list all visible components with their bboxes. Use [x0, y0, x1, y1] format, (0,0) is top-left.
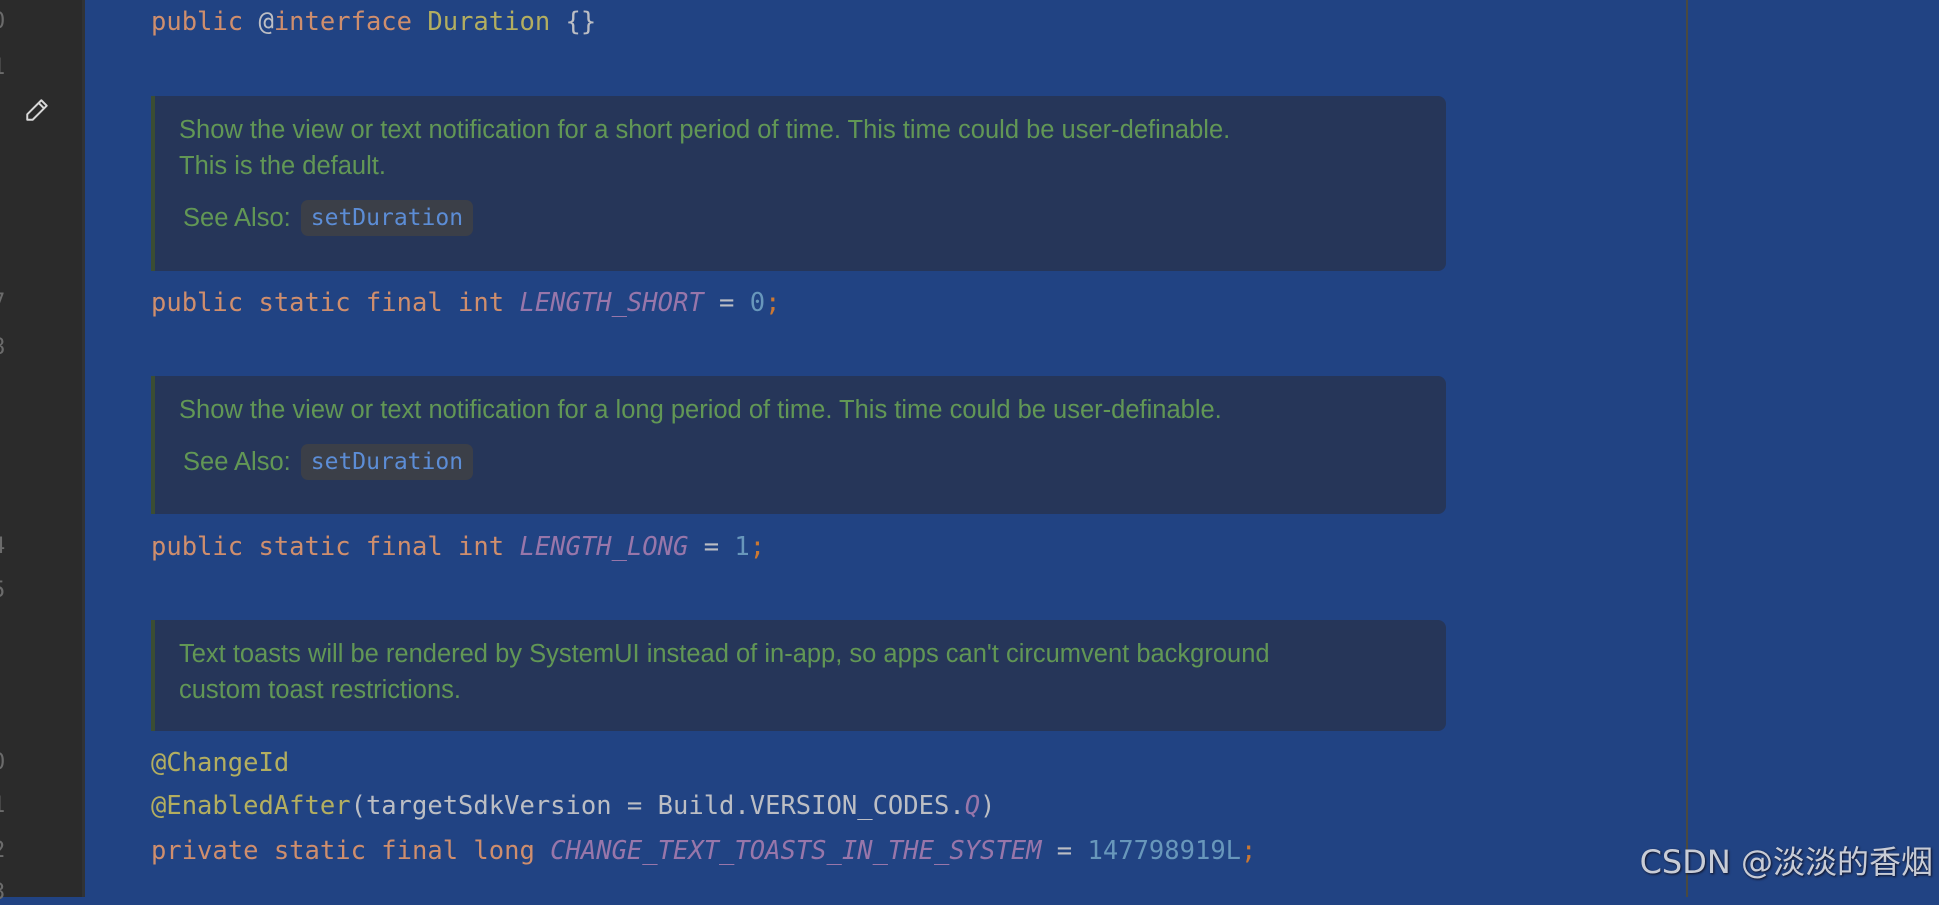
code-token: LENGTH_LONG — [519, 532, 689, 562]
line-number: 5 — [0, 578, 12, 603]
code-token: {} — [565, 7, 597, 37]
code-token: Duration — [427, 7, 566, 37]
code-line[interactable]: private static final long CHANGE_TEXT_TO… — [151, 836, 1256, 866]
doc-text: custom toast restrictions. — [179, 676, 462, 704]
see-also: See Also: setDuration — [179, 444, 1446, 480]
rendered-javadoc: Text toasts will be rendered by SystemUI… — [151, 620, 1446, 731]
code-token: = — [688, 532, 735, 562]
line-number: 7 — [0, 290, 12, 315]
code-token: ) — [980, 791, 996, 821]
code-line[interactable]: public static final int LENGTH_LONG = 1; — [151, 532, 765, 562]
code-line[interactable]: public static final int LENGTH_SHORT = 0… — [151, 288, 780, 318]
code-line[interactable]: @EnabledAfter(targetSdkVersion = Build.V… — [151, 791, 995, 821]
right-margin-guide — [1686, 0, 1688, 897]
code-token: ; — [765, 288, 781, 318]
line-number: 4 — [0, 534, 12, 559]
code-token: Q — [964, 791, 981, 821]
line-number: 0 — [0, 750, 12, 775]
code-token: interface — [273, 7, 428, 37]
code-token: public static final int — [151, 532, 520, 562]
code-token: 147798919L — [1087, 836, 1242, 866]
code-token: = — [703, 288, 750, 318]
code-token: (targetSdkVersion = Build.VERSION_CODES. — [350, 791, 965, 821]
see-also: See Also: setDuration — [179, 200, 1446, 236]
line-number: 1 — [0, 55, 12, 80]
rendered-javadoc: Show the view or text notification for a… — [151, 96, 1446, 271]
doc-text: Text toasts will be rendered by SystemUI… — [179, 640, 1270, 668]
code-token: LENGTH_SHORT — [519, 288, 704, 318]
code-token: 0 — [749, 288, 766, 318]
code-token: @ — [258, 7, 274, 37]
see-also-link[interactable]: setDuration — [300, 444, 474, 480]
line-number: 3 — [0, 880, 12, 905]
see-also-label: See Also: — [183, 204, 291, 232]
line-number: 8 — [0, 335, 12, 360]
code-token: @EnabledAfter — [151, 791, 351, 821]
code-line[interactable]: public @interface Duration {} — [151, 7, 596, 37]
doc-text: Show the view or text notification for a… — [179, 396, 1222, 424]
code-token: ; — [749, 532, 766, 562]
line-number: 1 — [0, 793, 12, 818]
see-also-link[interactable]: setDuration — [300, 200, 474, 236]
code-token: public static final int — [151, 288, 520, 318]
pencil-icon[interactable] — [24, 97, 50, 123]
rendered-javadoc: Show the view or text notification for a… — [151, 376, 1446, 514]
watermark: CSDN @淡淡的香烟 — [1639, 843, 1933, 881]
code-token: private static final long — [151, 836, 551, 866]
editor-gutter: 0 1 7 8 4 5 0 1 2 3 — [0, 0, 85, 905]
line-number: 0 — [0, 9, 12, 34]
doc-text: Show the view or text notification for a… — [179, 116, 1231, 144]
code-line[interactable]: @ChangeId — [151, 748, 289, 778]
line-number: 2 — [0, 838, 12, 863]
code-token: CHANGE_TEXT_TOASTS_IN_THE_SYSTEM — [550, 836, 1042, 866]
code-token: = — [1041, 836, 1088, 866]
code-token: ; — [1241, 836, 1257, 866]
code-token: 1 — [734, 532, 750, 562]
doc-text: This is the default. — [179, 152, 386, 180]
code-token: @ChangeId — [151, 748, 290, 778]
see-also-label: See Also: — [183, 448, 291, 476]
code-token: public — [151, 7, 259, 37]
